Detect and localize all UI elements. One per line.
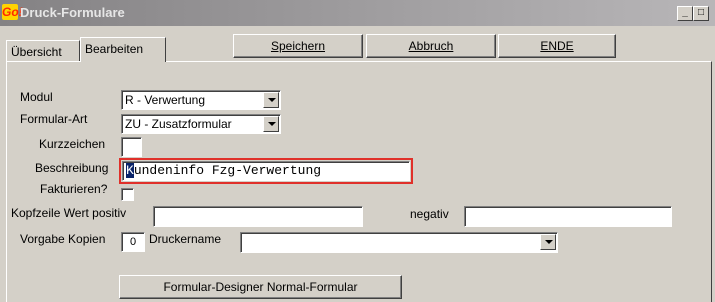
negativ-field[interactable] <box>464 206 672 227</box>
end-button-label: ENDE <box>540 39 574 53</box>
cancel-button-label: Abbruch <box>408 39 454 53</box>
window-title: Druck-Formulare <box>20 5 125 20</box>
minimize-button[interactable]: _ <box>677 6 693 21</box>
kopien-field[interactable]: 0 <box>121 232 145 252</box>
kurzzeichen-label: Kurzzeichen <box>39 137 106 151</box>
modul-label: Modul <box>20 90 53 104</box>
window-titlebar: Go! Druck-Formulare _ □ <box>0 0 715 26</box>
formular-designer-button[interactable]: Formular-Designer Normal-Formular <box>119 275 402 299</box>
end-button[interactable]: ENDE <box>498 34 616 58</box>
maximize-button[interactable]: □ <box>693 6 709 21</box>
formularart-select[interactable]: ZU - Zusatzformular <box>121 114 281 134</box>
chevron-down-icon[interactable] <box>263 92 279 108</box>
fakturieren-checkbox[interactable] <box>121 188 134 201</box>
chevron-down-icon[interactable] <box>263 116 279 132</box>
fakturieren-label: Fakturieren? <box>40 182 108 196</box>
save-button-label: Speichern <box>270 39 326 53</box>
text-selection: K <box>126 163 134 178</box>
modul-value: R - Verwertung <box>125 93 206 107</box>
beschreibung-field[interactable]: Kundeninfo Fzg-Verwertung <box>122 161 410 181</box>
kopfzeile-field[interactable] <box>153 206 363 227</box>
cancel-button[interactable]: Abbruch <box>366 34 496 58</box>
tab-bearbeiten[interactable]: Bearbeiten <box>80 37 166 62</box>
beschreibung-value: undeninfo Fzg-Verwertung <box>133 163 322 178</box>
chevron-down-icon[interactable] <box>540 234 556 250</box>
tab-uebersicht[interactable]: Übersicht <box>6 40 80 61</box>
kurzzeichen-field[interactable] <box>121 137 142 157</box>
kopfzeile-label: Kopfzeile Wert positiv <box>11 206 127 220</box>
drucker-select[interactable] <box>240 232 558 253</box>
modul-select[interactable]: R - Verwertung <box>121 90 281 110</box>
save-button[interactable]: Speichern <box>233 34 363 58</box>
formularart-value: ZU - Zusatzformular <box>125 117 232 131</box>
beschreibung-label: Beschreibung <box>35 161 109 175</box>
formularart-label: Formular-Art <box>20 112 88 126</box>
kopien-label: Vorgabe Kopien <box>20 232 106 246</box>
drucker-label: Druckername <box>149 232 222 246</box>
negativ-label: negativ <box>410 207 449 221</box>
app-logo: Go! <box>2 4 23 20</box>
